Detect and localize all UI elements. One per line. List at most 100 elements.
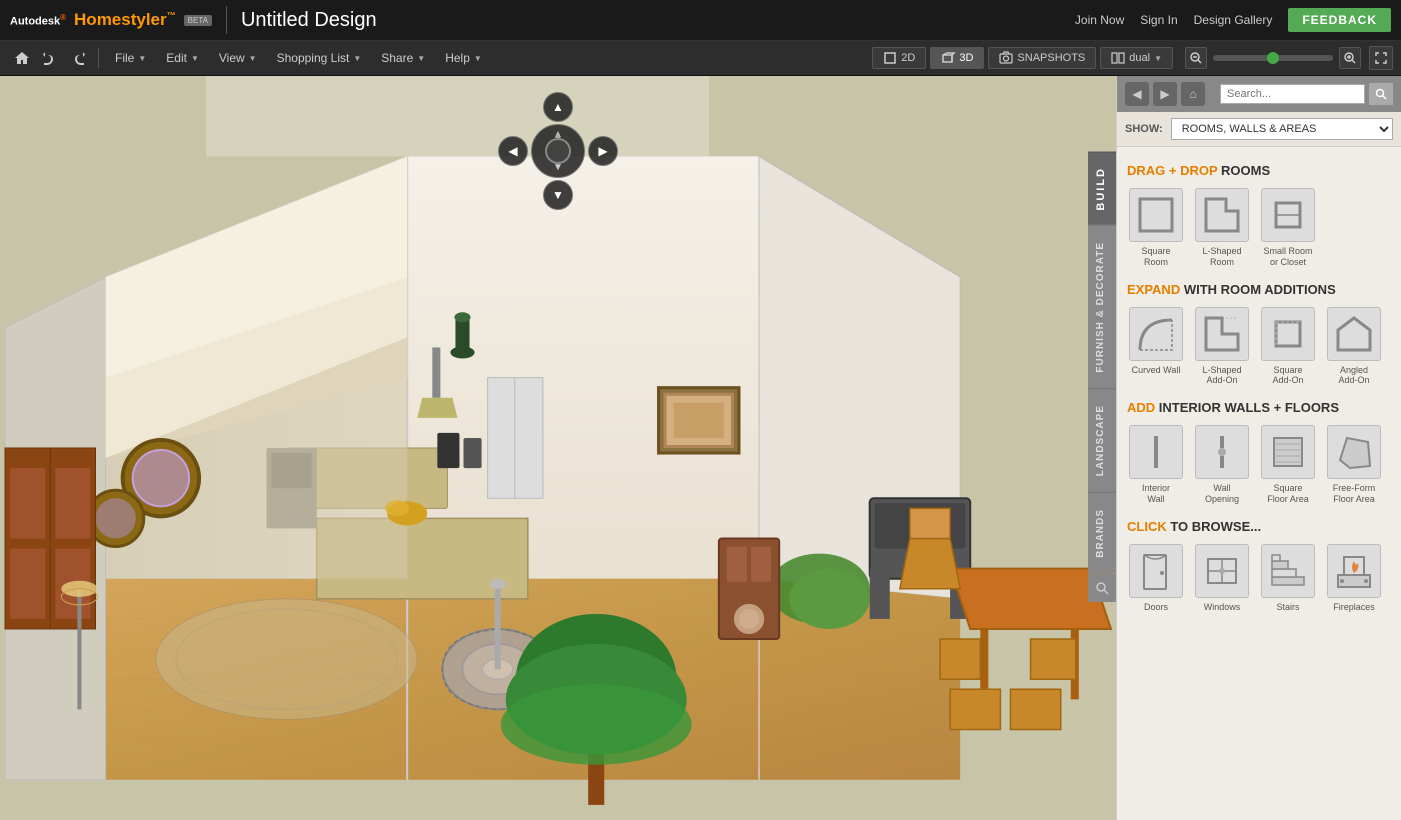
snapshots-button[interactable]: SNAPSHOTS xyxy=(988,47,1096,69)
panel-forward-button[interactable]: ▶ xyxy=(1153,82,1177,106)
show-dropdown[interactable]: ROOMS, WALLS & AREAS ALL WALLS ONLY xyxy=(1171,118,1393,140)
file-menu[interactable]: File ▼ xyxy=(105,47,156,69)
fullscreen-button[interactable] xyxy=(1369,46,1393,70)
panel-search-input[interactable] xyxy=(1220,84,1365,104)
fireplaces-item[interactable]: Fireplaces xyxy=(1325,544,1383,613)
canvas-area[interactable]: ▲ ◀ ▲ ▼ ▶ ▼ xyxy=(0,76,1116,820)
navigation-compass: ▲ ◀ ▲ ▼ ▶ ▼ xyxy=(498,92,618,210)
curved-wall-item[interactable]: Curved Wall xyxy=(1127,307,1185,387)
nav-right-button[interactable]: ▶ xyxy=(588,136,618,166)
stairs-icon xyxy=(1261,544,1315,598)
click-orange: CLICK xyxy=(1127,519,1167,534)
brands-tab[interactable]: BRANDS xyxy=(1088,492,1116,574)
landscape-tab[interactable]: LANDSCAPE xyxy=(1088,388,1116,492)
panel-search-icon-tab[interactable] xyxy=(1088,574,1116,602)
shopping-list-menu[interactable]: Shopping List ▼ xyxy=(267,47,372,69)
furnish-tab[interactable]: FURNISH & DECORATE xyxy=(1088,225,1116,389)
wall-opening-icon xyxy=(1195,425,1249,479)
redo-button[interactable] xyxy=(64,46,92,70)
square-floor-item[interactable]: SquareFloor Area xyxy=(1259,425,1317,505)
freeform-floor-label: Free-FormFloor Area xyxy=(1333,483,1376,505)
square-room-icon xyxy=(1129,188,1183,242)
rooms-grid: SquareRoom L-ShapedRoom xyxy=(1127,188,1391,268)
zoom-slider[interactable] xyxy=(1213,55,1333,61)
view-menu[interactable]: View ▼ xyxy=(209,47,267,69)
view-2d-button[interactable]: 2D xyxy=(872,47,926,69)
wall-opening-item[interactable]: WallOpening xyxy=(1193,425,1251,505)
add-interiors-header: ADD INTERIOR WALLS + FLOORS xyxy=(1127,400,1391,415)
browse-grid: Doors Windows xyxy=(1127,544,1391,613)
add-orange: ADD xyxy=(1127,400,1155,415)
drag-drop-header: DRAG + DROP ROOMS xyxy=(1127,163,1391,178)
logo-area: Autodesk® Homestyler™ BETA xyxy=(10,10,212,30)
home-button[interactable] xyxy=(8,46,36,70)
doors-label: Doors xyxy=(1144,602,1168,613)
angled-addon-icon xyxy=(1327,307,1381,361)
interior-wall-label: InteriorWall xyxy=(1142,483,1170,505)
freeform-floor-item[interactable]: Free-FormFloor Area xyxy=(1325,425,1383,505)
expand-dark: WITH ROOM ADDITIONS xyxy=(1184,282,1336,297)
feedback-button[interactable]: FEEDBACK xyxy=(1288,8,1391,32)
panel-search-button[interactable] xyxy=(1369,83,1393,105)
curved-wall-icon xyxy=(1129,307,1183,361)
square-room-item[interactable]: SquareRoom xyxy=(1127,188,1185,268)
add-dark: INTERIOR WALLS + FLOORS xyxy=(1159,400,1339,415)
zoom-out-button[interactable] xyxy=(1185,47,1207,69)
share-menu[interactable]: Share ▼ xyxy=(371,47,435,69)
panel-header: ◀ ▶ ⌂ xyxy=(1117,76,1401,112)
nav-down-button[interactable]: ▼ xyxy=(543,180,573,210)
panel-home-button[interactable]: ⌂ xyxy=(1181,82,1205,106)
doors-icon xyxy=(1129,544,1183,598)
side-tabs: BUILD FURNISH & DECORATE LANDSCAPE BRAND… xyxy=(1088,152,1116,602)
panel-search-area xyxy=(1220,83,1393,105)
view-3d-button[interactable]: 3D xyxy=(930,47,984,69)
top-nav-right: Join Now Sign In Design Gallery FEEDBACK xyxy=(1075,8,1391,32)
help-menu[interactable]: Help ▼ xyxy=(435,47,492,69)
drag-drop-dark: ROOMS xyxy=(1221,163,1270,178)
show-label: SHOW: xyxy=(1125,123,1163,135)
fireplaces-label: Fireplaces xyxy=(1333,602,1375,613)
show-row: SHOW: ROOMS, WALLS & AREAS ALL WALLS ONL… xyxy=(1117,112,1401,147)
doors-item[interactable]: Doors xyxy=(1127,544,1185,613)
homestyler-text: Homestyler™ xyxy=(74,10,176,30)
top-bar: Autodesk® Homestyler™ BETA Untitled Desi… xyxy=(0,0,1401,41)
l-shaped-addon-item[interactable]: L-ShapedAdd-On xyxy=(1193,307,1251,387)
menu-separator-1 xyxy=(98,48,99,68)
square-addon-item[interactable]: SquareAdd-On xyxy=(1259,307,1317,387)
windows-item[interactable]: Windows xyxy=(1193,544,1251,613)
l-shaped-addon-label: L-ShapedAdd-On xyxy=(1202,365,1241,387)
square-addon-label: SquareAdd-On xyxy=(1272,365,1303,387)
angled-addon-label: AngledAdd-On xyxy=(1338,365,1369,387)
build-tab[interactable]: BUILD xyxy=(1088,152,1116,225)
zoom-in-button[interactable] xyxy=(1339,47,1361,69)
l-shaped-room-item[interactable]: L-ShapedRoom xyxy=(1193,188,1251,268)
l-shaped-room-icon xyxy=(1195,188,1249,242)
stairs-label: Stairs xyxy=(1276,602,1299,613)
interior-wall-icon xyxy=(1129,425,1183,479)
nav-center-button[interactable]: ▲ ▼ xyxy=(531,124,585,178)
edit-menu[interactable]: Edit ▼ xyxy=(156,47,209,69)
join-now-link[interactable]: Join Now xyxy=(1075,13,1124,27)
interior-wall-item[interactable]: InteriorWall xyxy=(1127,425,1185,505)
nav-up-button[interactable]: ▲ xyxy=(543,92,573,122)
angled-addon-item[interactable]: AngledAdd-On xyxy=(1325,307,1383,387)
additions-grid: Curved Wall L-ShapedAdd-On xyxy=(1127,307,1391,387)
click-browse-header: CLICK TO BROWSE... xyxy=(1127,519,1391,534)
sign-in-link[interactable]: Sign In xyxy=(1140,13,1177,27)
dual-view-button[interactable]: dual ▼ xyxy=(1100,47,1173,69)
square-floor-label: SquareFloor Area xyxy=(1267,483,1309,505)
l-shaped-room-label: L-ShapedRoom xyxy=(1202,246,1241,268)
windows-icon xyxy=(1195,544,1249,598)
click-dark: TO BROWSE... xyxy=(1170,519,1261,534)
design-gallery-link[interactable]: Design Gallery xyxy=(1194,13,1273,27)
title-divider xyxy=(226,6,227,34)
right-panel: ◀ ▶ ⌂ SHOW: ROOMS, WALLS & AREAS ALL WAL… xyxy=(1116,76,1401,820)
expand-orange: EXPAND xyxy=(1127,282,1180,297)
panel-back-button[interactable]: ◀ xyxy=(1125,82,1149,106)
small-room-item[interactable]: Small Roomor Closet xyxy=(1259,188,1317,268)
drag-drop-orange: DRAG + DROP xyxy=(1127,163,1217,178)
undo-button[interactable] xyxy=(36,46,64,70)
nav-left-button[interactable]: ◀ xyxy=(498,136,528,166)
small-room-label: Small Roomor Closet xyxy=(1263,246,1312,268)
stairs-item[interactable]: Stairs xyxy=(1259,544,1317,613)
